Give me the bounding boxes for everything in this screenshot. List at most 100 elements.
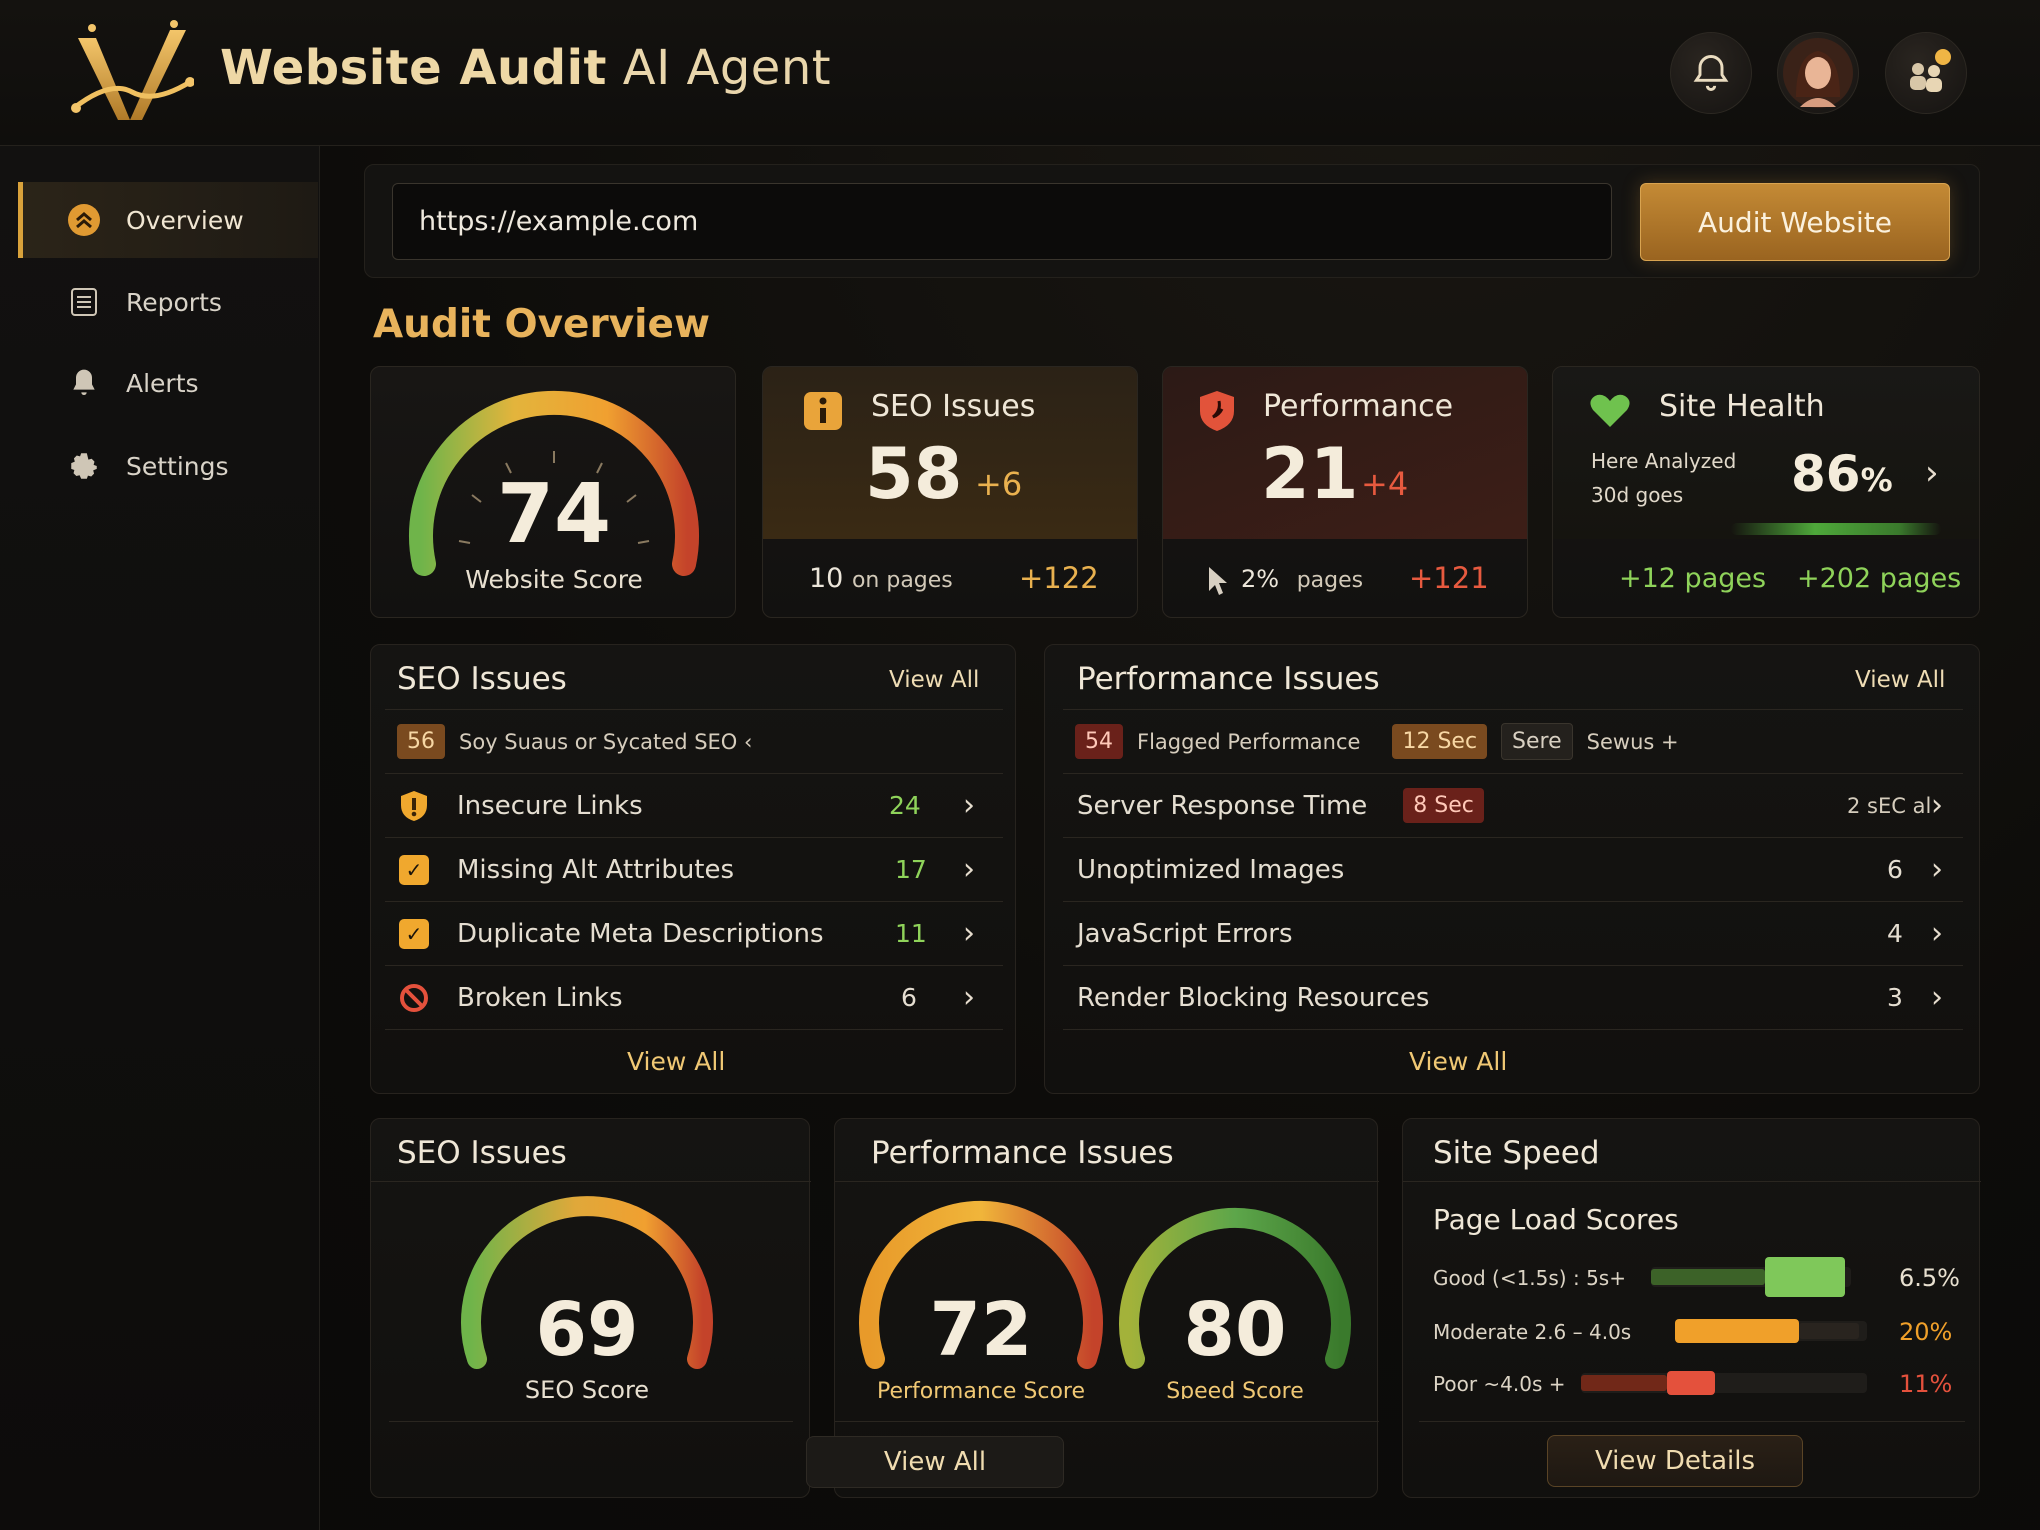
chevron-right-icon[interactable]: ›: [1931, 980, 1943, 1015]
speed-score-label: Speed Score: [1166, 1379, 1304, 1399]
page-load-bars: Good (<1.5s) : 5s+ 6.5% Moderate 2.6 – 4.0…: [1433, 1257, 1960, 1398]
issue-value: 2 sEC al: [1847, 793, 1932, 818]
chevron-right-icon[interactable]: ›: [963, 788, 975, 823]
sidebar-item-label: Overview: [126, 205, 244, 235]
perf-summary-badge: 54: [1075, 724, 1123, 759]
perf-issue-row[interactable]: JavaScript Errors 4 ›: [1063, 901, 1963, 965]
panel-title: SEO Issues: [397, 1135, 567, 1171]
card-title: Performance: [1263, 389, 1454, 424]
seo-view-all-button[interactable]: View All: [627, 1047, 725, 1076]
sidebar-item-reports[interactable]: Reports: [18, 264, 318, 340]
notifications-button[interactable]: [1670, 32, 1752, 114]
seo-summary-text: Soy Suaus or Sycated SEO ‹: [459, 729, 753, 754]
seo-summary-badge: 56: [397, 724, 445, 759]
seo-score-value: 69: [536, 1287, 639, 1373]
perf-issue-row[interactable]: Render Blocking Resources 3 ›: [1063, 965, 1963, 1029]
seo-issues-delta: +6: [975, 465, 1023, 503]
performance-card[interactable]: Performance 21 +4 2% pages +121: [1162, 366, 1528, 618]
health-left-delta: +12 pages: [1619, 563, 1767, 594]
avatar: [1783, 38, 1853, 108]
divider: [385, 1029, 1003, 1030]
view-all-button[interactable]: View All: [806, 1436, 1064, 1488]
url-input[interactable]: [392, 183, 1612, 260]
divider: [1063, 1029, 1963, 1030]
chevron-right-icon[interactable]: ›: [963, 852, 975, 887]
perf-summary-tag: Sere: [1501, 723, 1573, 760]
speed-bar-percent: 20%: [1899, 1318, 1952, 1346]
performance-pages-delta: +121: [1409, 561, 1489, 595]
view-details-button[interactable]: View Details: [1547, 1435, 1803, 1487]
issue-value: 3: [1887, 983, 1903, 1012]
bell-icon: [1693, 55, 1729, 91]
health-right-delta: +202 pages: [1797, 563, 1962, 594]
speed-score-value: 80: [1184, 1287, 1287, 1373]
app-title: Website Audit AI Agent: [220, 40, 832, 96]
sidebar-item-label: Settings: [126, 451, 229, 481]
perf-summary-row: 54 Flagged Performance 12 Sec Sere Sewus…: [1063, 709, 1963, 773]
audit-website-button[interactable]: Audit Website: [1640, 183, 1950, 261]
sidebar: Overview Reports Alerts Settings: [0, 146, 320, 1530]
sidebar-item-label: Alerts: [126, 368, 199, 398]
divider: [835, 1181, 1379, 1182]
issue-label: Duplicate Meta Descriptions: [457, 918, 824, 949]
sidebar-item-overview[interactable]: Overview: [18, 182, 318, 258]
sidebar-item-alerts[interactable]: Alerts: [18, 345, 318, 421]
health-note-2: 30d goes: [1591, 483, 1684, 507]
speed-bar-fill: [1667, 1371, 1715, 1395]
speed-bar-glow: [1651, 1269, 1765, 1285]
seo-score-gauge: 69 SEO Score: [461, 1196, 713, 1399]
sidebar-item-settings[interactable]: Settings: [18, 428, 318, 504]
issue-label: Server Response Time: [1077, 790, 1368, 821]
speed-bar-label: Moderate 2.6 – 4.0s: [1433, 1320, 1631, 1344]
perf-issue-row[interactable]: Server Response Time 8 Sec 2 sEC al ›: [1063, 773, 1963, 837]
speed-bar-label: Good (<1.5s) : 5s+: [1433, 1266, 1626, 1290]
issue-label: Unoptimized Images: [1077, 854, 1345, 885]
seo-issue-row[interactable]: Insecure Links 24 ›: [385, 773, 1003, 837]
perf-issue-row[interactable]: Unoptimized Images 6 ›: [1063, 837, 1963, 901]
perf-summary-tag: Sewus +: [1586, 729, 1679, 754]
card-title: Site Health: [1659, 389, 1825, 424]
seo-score-panel: SEO Issues 69 SEO Score: [370, 1118, 811, 1498]
health-bar: [1731, 523, 1941, 535]
perf-view-all-link[interactable]: View All: [1855, 667, 1945, 693]
team-button[interactable]: [1885, 32, 1967, 114]
seo-issue-row[interactable]: Broken Links 6 ›: [385, 965, 1003, 1029]
seo-issues-card[interactable]: SEO Issues 58 +6 10 on pages +122: [762, 366, 1138, 618]
issue-label: JavaScript Errors: [1077, 918, 1293, 949]
performance-issues-panel: Performance Issues View All 54 Flagged P…: [1044, 644, 1980, 1094]
user-avatar[interactable]: [1777, 32, 1859, 114]
chevron-right-icon[interactable]: ›: [1931, 788, 1943, 823]
site-health-card[interactable]: Site Health Here Analyzed 30d goes 86% ›…: [1552, 366, 1980, 618]
performance-score-label: Performance Score: [877, 1379, 1085, 1399]
seo-summary-row: 56 Soy Suaus or Sycated SEO ‹: [385, 709, 1003, 773]
speed-bar-percent: 11%: [1899, 1370, 1952, 1398]
seo-pages-count: 10 on pages: [809, 563, 953, 594]
performance-score-gauges: 72 Performance Score 80 Speed Score: [859, 1200, 1351, 1399]
site-speed-panel: Site Speed Page Load Scores Good (<1.5s)…: [1402, 1118, 1981, 1498]
chevron-right-icon[interactable]: ›: [1931, 852, 1943, 887]
page-load-subtitle: Page Load Scores: [1433, 1203, 1679, 1236]
seo-issue-row[interactable]: ✓ Missing Alt Attributes 17 ›: [385, 837, 1003, 901]
divider: [1403, 1181, 1981, 1182]
chevron-up-circle-icon: [66, 202, 102, 238]
perf-view-all-button[interactable]: View All: [1409, 1047, 1507, 1076]
issue-value: 6: [1887, 855, 1903, 884]
perf-summary-text: Flagged Performance: [1137, 729, 1361, 754]
health-note-1: Here Analyzed: [1591, 449, 1737, 473]
seo-issue-row[interactable]: ✓ Duplicate Meta Descriptions 11 ›: [385, 901, 1003, 965]
checkbox-icon: ✓: [399, 918, 429, 949]
bell-icon: [66, 365, 102, 401]
seo-view-all-link[interactable]: View All: [889, 667, 979, 693]
document-icon: [66, 284, 102, 320]
chevron-right-icon[interactable]: ›: [963, 980, 975, 1015]
issue-label: Missing Alt Attributes: [457, 854, 735, 885]
issue-value: 4: [1887, 919, 1903, 948]
issue-count: 24: [889, 791, 921, 820]
chevron-right-icon[interactable]: ›: [1925, 453, 1939, 493]
website-score-label: Website Score: [465, 565, 643, 594]
checkbox-icon: ✓: [399, 854, 429, 885]
gear-icon: [66, 448, 102, 484]
chevron-right-icon[interactable]: ›: [1931, 916, 1943, 951]
chevron-right-icon[interactable]: ›: [963, 916, 975, 951]
app-logo: [71, 20, 194, 120]
